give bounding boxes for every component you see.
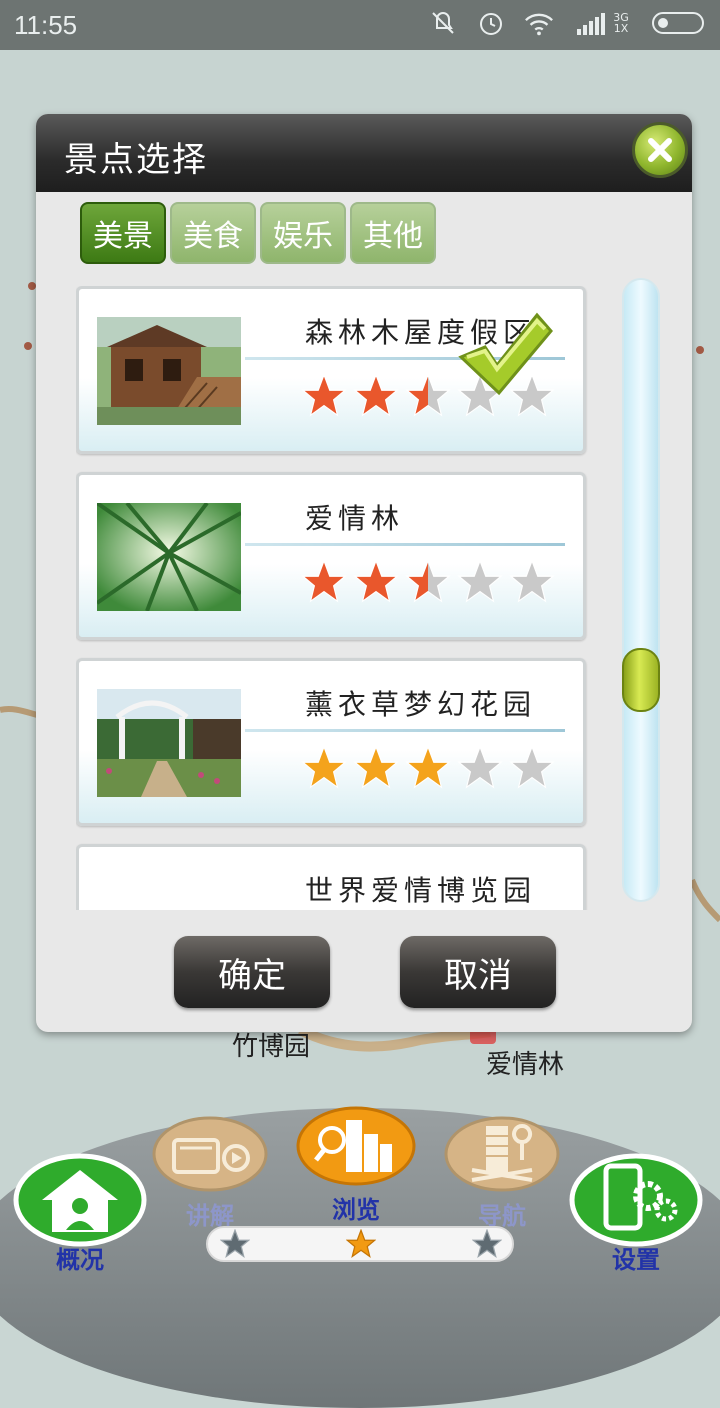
star-filled-icon bbox=[405, 559, 451, 603]
status-icons: 3G 1X bbox=[428, 8, 708, 38]
wifi-icon bbox=[524, 8, 554, 38]
nav-label-browse: 浏览 bbox=[332, 1196, 380, 1224]
divider bbox=[245, 543, 565, 546]
selected-check-icon bbox=[458, 312, 553, 396]
list-item[interactable]: 薰衣草梦幻花园 bbox=[76, 658, 586, 826]
page-indicator[interactable] bbox=[206, 1226, 514, 1262]
item-name: 爱情林 bbox=[305, 502, 405, 535]
star-filled-icon bbox=[353, 745, 399, 789]
alarm-icon bbox=[476, 8, 506, 38]
attraction-list[interactable]: 森林木屋度假区 爱情林 薰衣草梦幻花园 世界爱情博览园 bbox=[76, 286, 588, 910]
rating-stars bbox=[301, 745, 555, 791]
rating-stars bbox=[301, 559, 555, 605]
star-filled-icon bbox=[353, 559, 399, 603]
garden-gazebo-photo bbox=[97, 689, 241, 797]
attraction-select-dialog: 景点选择 美景 美食 娱乐 其他 森林木屋度假区 爱情林 薰衣草梦幻花园 世界爱… bbox=[36, 114, 692, 1032]
map-label-love-forest[interactable]: 爱情林 bbox=[486, 1044, 564, 1081]
star-filled-icon bbox=[301, 373, 347, 417]
nav-item-guide[interactable]: 讲解 bbox=[150, 1114, 270, 1231]
confirm-button[interactable]: 确定 bbox=[174, 936, 330, 1008]
star-filled-icon bbox=[301, 559, 347, 603]
star-empty-icon bbox=[509, 745, 555, 789]
star-filled-icon bbox=[301, 745, 347, 789]
close-button[interactable] bbox=[632, 122, 688, 178]
page-star-icon[interactable] bbox=[220, 1229, 250, 1259]
star-filled-icon bbox=[405, 373, 451, 417]
navigation-building-icon bbox=[444, 1116, 560, 1192]
mute-icon bbox=[428, 8, 458, 38]
phone-settings-icon bbox=[569, 1153, 703, 1247]
star-filled-icon bbox=[405, 745, 451, 789]
audio-guide-icon bbox=[152, 1116, 268, 1192]
status-bar: 11:55 3G 1X bbox=[0, 0, 720, 50]
scrollbar-thumb[interactable] bbox=[622, 648, 660, 712]
blank-photo bbox=[97, 875, 241, 910]
list-item[interactable]: 森林木屋度假区 bbox=[76, 286, 586, 454]
nav-item-browse[interactable]: 浏览 bbox=[296, 1104, 416, 1225]
list-item[interactable]: 爱情林 bbox=[76, 472, 586, 640]
dialog-title: 景点选择 bbox=[64, 140, 208, 180]
status-time: 11:55 bbox=[14, 10, 78, 40]
item-name: 薰衣草梦幻花园 bbox=[305, 688, 537, 721]
category-tabs: 美景 美食 娱乐 其他 bbox=[80, 202, 436, 264]
network-type-bottom: 1X bbox=[613, 22, 629, 35]
tab-other[interactable]: 其他 bbox=[350, 202, 436, 264]
nav-item-settings[interactable]: 设置 bbox=[566, 1152, 706, 1275]
tab-entertainment[interactable]: 娱乐 bbox=[260, 202, 346, 264]
bamboo-forest-photo bbox=[97, 503, 241, 611]
page-star-active-icon[interactable] bbox=[346, 1229, 376, 1259]
tab-food[interactable]: 美食 bbox=[170, 202, 256, 264]
city-search-icon bbox=[296, 1106, 416, 1186]
item-name: 世界爱情博览园 bbox=[305, 874, 537, 907]
home-user-icon bbox=[13, 1153, 147, 1247]
divider bbox=[245, 729, 565, 732]
star-empty-icon bbox=[509, 559, 555, 603]
close-icon bbox=[648, 138, 672, 162]
list-scrollbar[interactable] bbox=[622, 278, 660, 902]
wooden-cabin-photo bbox=[97, 317, 241, 425]
nav-item-navigate[interactable]: 导航 bbox=[442, 1114, 562, 1231]
signal-icon: 3G 1X bbox=[572, 8, 634, 38]
list-item[interactable]: 世界爱情博览园 bbox=[76, 844, 586, 910]
nav-item-overview[interactable]: 概况 bbox=[10, 1152, 150, 1275]
star-empty-icon bbox=[457, 559, 503, 603]
tab-scenery[interactable]: 美景 bbox=[80, 202, 166, 264]
page-star-icon[interactable] bbox=[472, 1229, 502, 1259]
star-empty-icon bbox=[457, 745, 503, 789]
star-filled-icon bbox=[353, 373, 399, 417]
cancel-button[interactable]: 取消 bbox=[400, 936, 556, 1008]
battery-icon bbox=[652, 8, 708, 38]
dialog-header: 景点选择 bbox=[36, 114, 692, 192]
